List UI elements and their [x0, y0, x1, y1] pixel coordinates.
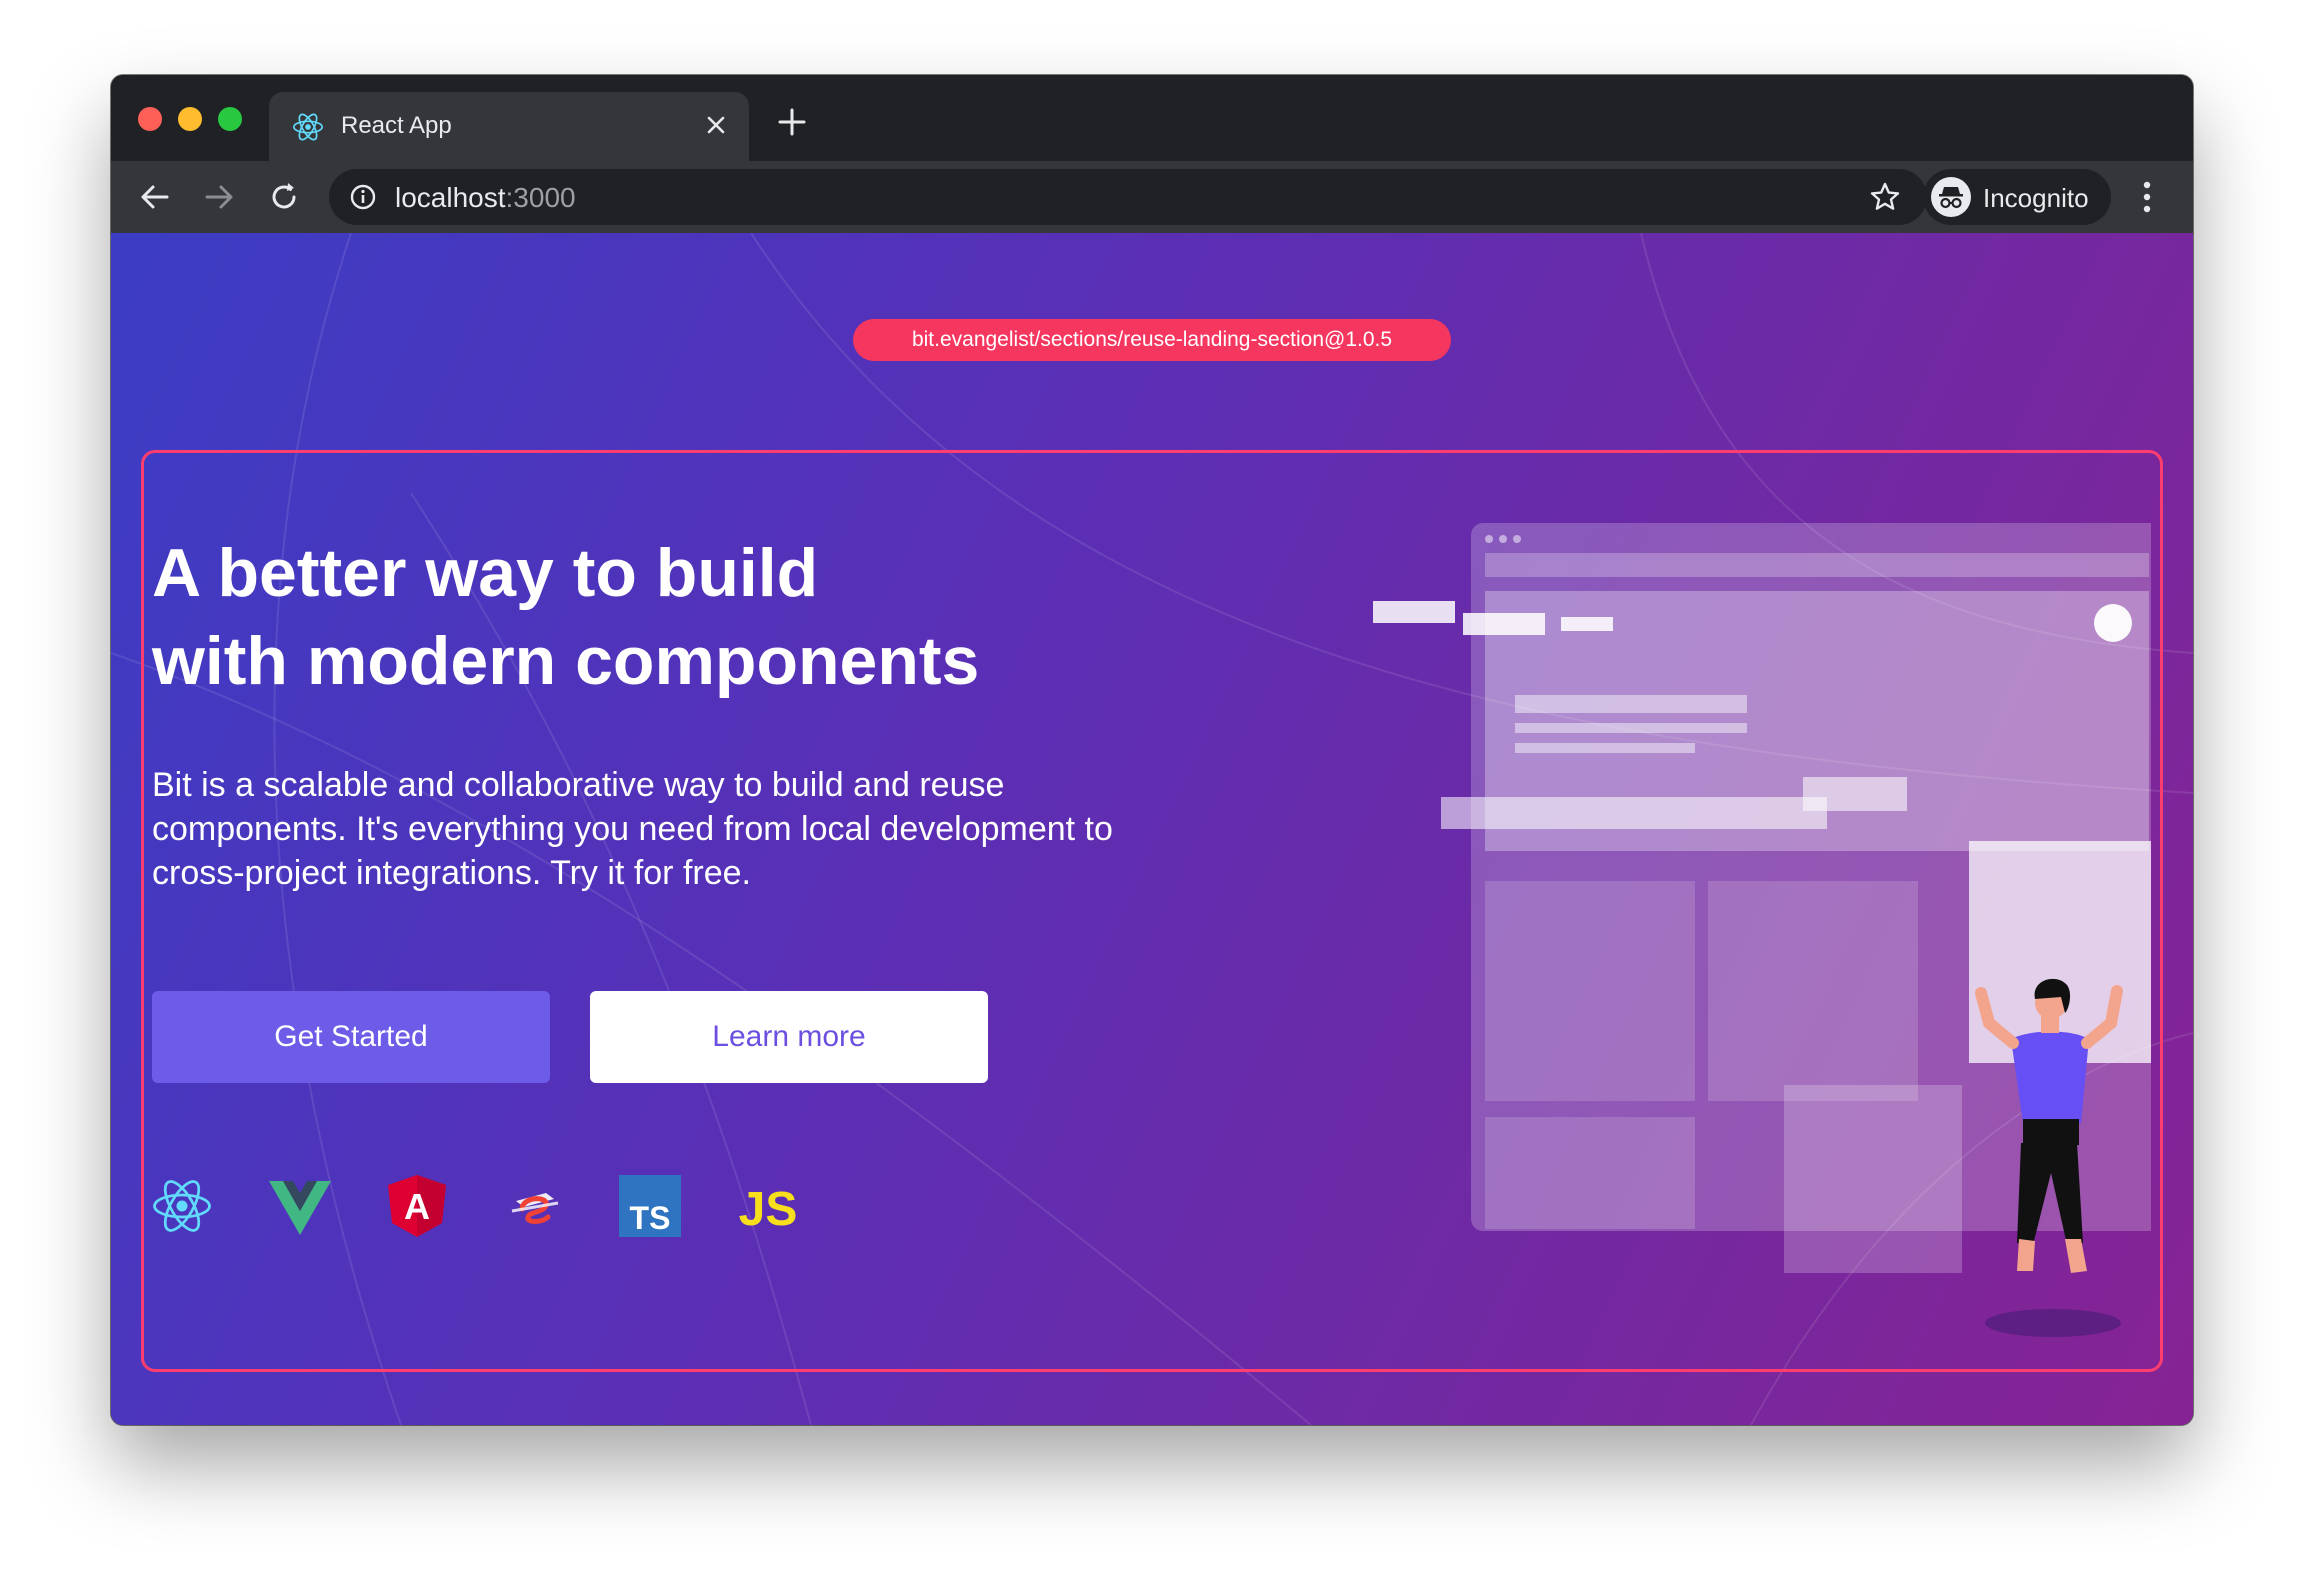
back-arrow-icon[interactable] [137, 179, 173, 215]
incognito-profile-button[interactable]: Incognito [1923, 169, 2111, 225]
tab-title: React App [341, 112, 452, 139]
headline-line-2: with modern components [152, 623, 980, 699]
url-port: :3000 [505, 182, 576, 213]
get-started-button[interactable]: Get Started [152, 991, 550, 1083]
javascript-logo-icon: JS [739, 1183, 798, 1236]
react-logo-icon [153, 1180, 211, 1232]
typescript-logo-icon: TS [619, 1175, 681, 1237]
hero-illustration [1373, 523, 2151, 1337]
headline-line-1: A better way to build [152, 535, 819, 611]
forward-arrow-icon[interactable] [201, 179, 237, 215]
tab-close-icon[interactable] [701, 110, 731, 140]
bookmark-star-icon[interactable] [1869, 181, 1901, 213]
vue-logo-icon [269, 1181, 331, 1235]
minimize-window-button[interactable] [178, 107, 202, 131]
angular-logo-letter: A [404, 1186, 430, 1227]
title-bar: React App [111, 75, 2193, 161]
new-tab-icon[interactable] [775, 105, 809, 139]
close-window-button[interactable] [138, 107, 162, 131]
reload-icon[interactable] [266, 179, 302, 215]
component-id-badge[interactable]: bit.evangelist/sections/reuse-landing-se… [853, 319, 1451, 361]
hero-description: Bit is a scalable and collaborative way … [152, 766, 1113, 892]
stencil-logo-icon [511, 1193, 559, 1224]
maximize-window-button[interactable] [218, 107, 242, 131]
hero-headline: A better way to build with modern compon… [152, 529, 1152, 705]
react-favicon-icon [292, 113, 324, 141]
page-viewport: bit.evangelist/sections/reuse-landing-se… [111, 233, 2193, 1425]
incognito-icon [1931, 177, 1971, 217]
incognito-label: Incognito [1983, 183, 2089, 213]
kebab-menu-icon[interactable] [2141, 179, 2153, 215]
browser-tab[interactable]: React App [269, 92, 749, 161]
browser-window: React App localhost:3000 Incognito bit.e… [111, 75, 2193, 1425]
angular-logo-icon: A [388, 1175, 446, 1237]
url-host: localhost [395, 182, 506, 213]
learn-more-button[interactable]: Learn more [590, 991, 988, 1083]
url-text: localhost:3000 [395, 182, 576, 214]
browser-toolbar: localhost:3000 Incognito [111, 161, 2193, 233]
typescript-logo-text: TS [630, 1200, 671, 1236]
site-info-icon[interactable] [349, 183, 377, 211]
javascript-logo-text: JS [739, 1183, 798, 1236]
address-bar[interactable]: localhost:3000 [329, 169, 1927, 225]
